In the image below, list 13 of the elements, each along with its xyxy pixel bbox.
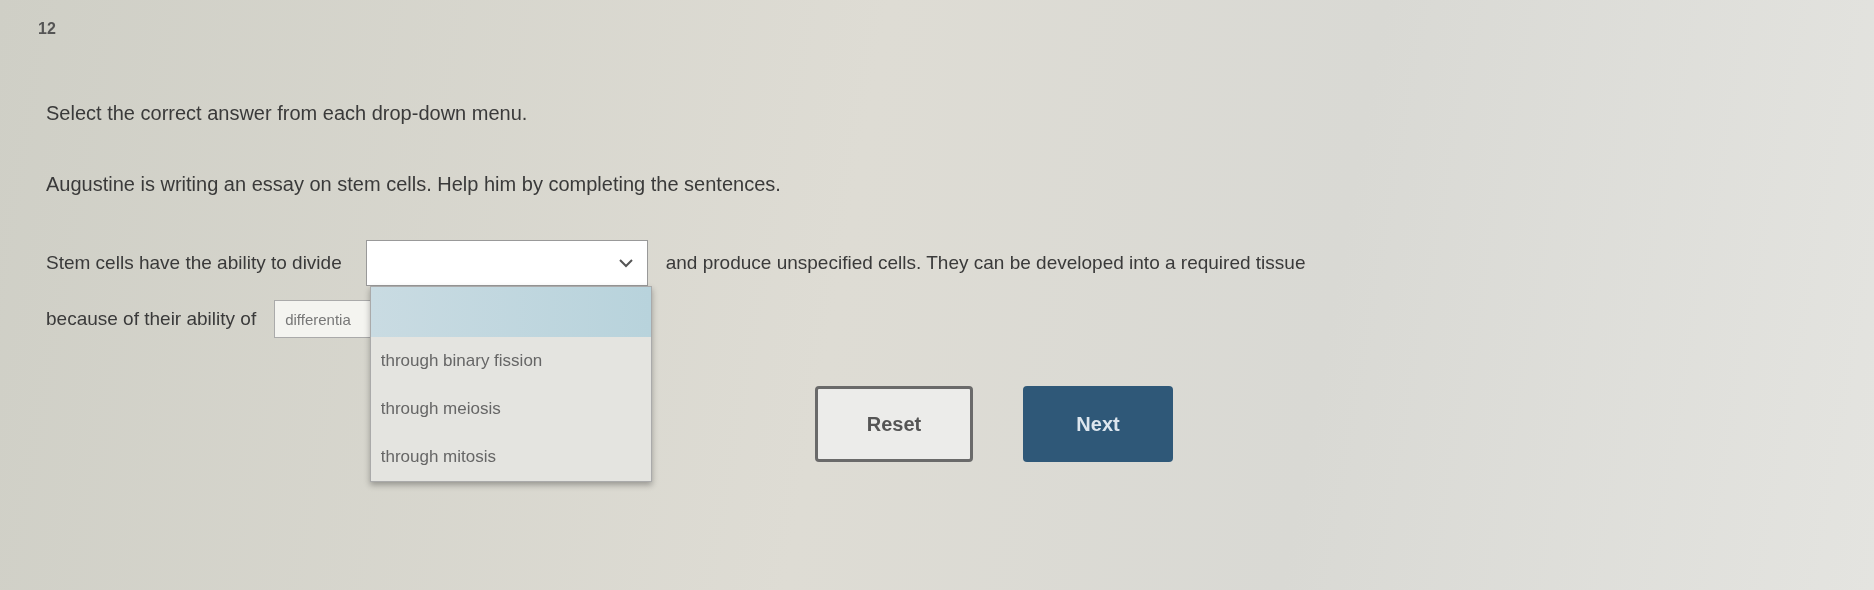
sentence-text: Stem cells have the ability to divide [46,252,342,274]
prompt-text: Augustine is writing an essay on stem cells. Help him by completing the sentences. [46,173,781,196]
sentence-text: because of their ability of [46,308,257,330]
reset-button[interactable]: Reset [815,386,973,462]
instruction-text: Select the correct answer from each drop-down menu. [46,102,528,125]
next-button[interactable]: Next [1023,386,1173,462]
question-number: 12 [38,20,56,38]
menu-option[interactable]: through meiosis [370,385,651,433]
caret-icon [618,258,633,268]
sentence-text: and produce unspecified cells. They can be developed into a required tissue [665,252,1306,274]
menu-option[interactable]: through binary fission [370,337,651,385]
dropdown[interactable] [365,240,648,286]
menu-option[interactable]: through mitosis [370,433,651,481]
